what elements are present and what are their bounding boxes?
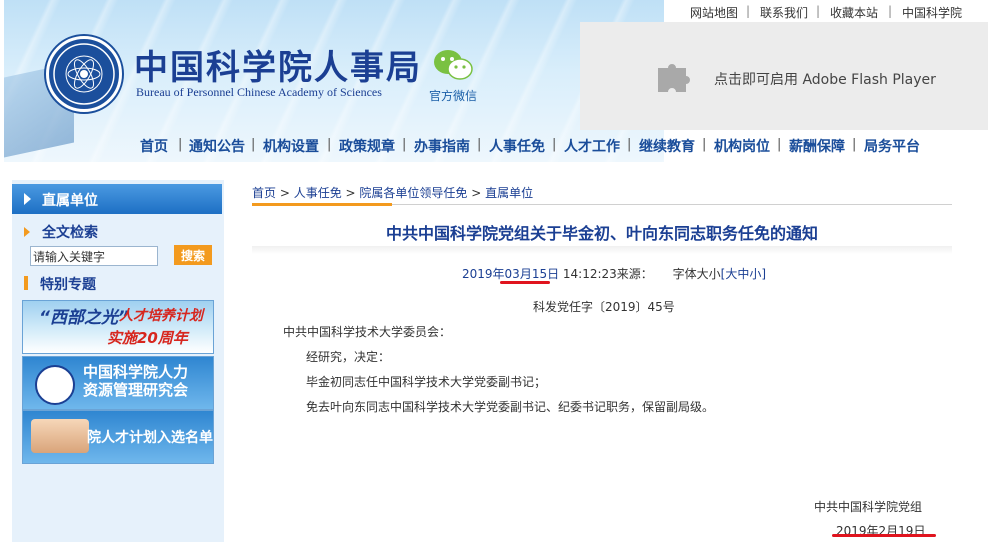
nav-separator: | [852,137,857,152]
flash-prompt-text: 点击即可启用 Adobe Flash Player [714,72,936,88]
body-paragraph-2: 毕金初同志任中国科学技术大学党委副书记； [306,375,547,389]
nav-separator: | [702,137,707,152]
font-size-options[interactable]: [大中小] [721,267,766,281]
article-title: 中共中国科学院党组关于毕金初、叶向东同志职务任免的通知 [385,224,818,243]
top-link-cas[interactable]: 中国科学院 [902,4,962,21]
society-logo-icon [35,365,75,405]
nav-education[interactable]: 继续教育 [639,136,695,156]
nav-separator: | [251,137,256,152]
title-band [252,246,952,254]
top-link-sitemap[interactable]: 网站地图 [690,4,738,21]
top-link-separator: | [746,4,751,18]
nav-appointments[interactable]: 人事任免 [489,136,545,156]
nav-separator: | [777,137,782,152]
nav-separator: | [402,137,407,152]
search-input[interactable] [30,246,158,266]
search-button[interactable]: 搜索 [174,245,212,265]
nav-separator: | [477,137,482,152]
search-section-title: 全文检索 [42,225,98,241]
document-number: 科发党任字〔2019〕45号 [533,300,675,314]
cas-emblem-icon [53,43,115,105]
nav-organization[interactable]: 机构设置 [263,136,319,156]
nav-separator: | [627,137,632,152]
orange-arrow-icon [24,227,30,237]
nav-salary[interactable]: 薪酬保障 [789,136,845,156]
breadcrumb-appointments[interactable]: 人事任免 [294,186,342,200]
hr-research-society-banner[interactable]: 中国科学院人力 资源管理研究会 [22,356,214,410]
article-meta: 2019年03月15日 14:12:23来源： 字体大小[大中小] [462,265,766,282]
wechat-icon [434,50,473,80]
wechat-label: 官方微信 [428,89,477,103]
nav-guides[interactable]: 办事指南 [414,136,470,156]
talent-program-list-banner[interactable]: 院人才计划入选名单 [22,410,214,464]
top-link-contact[interactable]: 联系我们 [760,4,808,21]
special-topics-title: 特别专题 [40,277,96,293]
sidebar-heading-label: 直属单位 [42,193,98,209]
arrow-right-icon [24,193,31,205]
site-header: 中国科学院人事局 Bureau of Personnel Chinese Aca… [0,0,1000,170]
font-size-label: 字体大小 [672,267,721,281]
nav-affairs[interactable]: 局务平台 [864,136,920,156]
body-paragraph-1: 经研究，决定： [306,350,391,364]
sidebar-heading[interactable]: 直属单位 [12,184,222,214]
breadcrumb-home[interactable]: 首页 [252,186,276,200]
breadcrumb-underline [252,203,392,206]
flash-placeholder[interactable]: 点击即可启用 Adobe Flash Player [580,22,988,130]
main-nav: 首页 | 通知公告 | 机构设置 | 政策规章 | 办事指南 | 人事任免 | … [0,130,1000,162]
signature: 中共中国科学院党组 [814,500,923,514]
west-light-banner[interactable]: “西部之光” 人才培养计划 实施20周年 [22,300,214,354]
site-title: 中国科学院人事局 [134,48,422,88]
publish-year: 2019年 [462,267,505,281]
nav-separator: | [327,137,332,152]
west-light-anniversary: 实施20周年 [107,329,188,347]
nav-talent[interactable]: 人才工作 [564,136,620,156]
west-light-title: “西部之光” [39,308,129,328]
date-annotation-underline [500,281,550,284]
handshake-icon [31,419,89,453]
nav-notices[interactable]: 通知公告 [189,136,245,156]
addressee: 中共中国科学技术大学委员会： [283,325,452,339]
hr-research-society-line1: 中国科学院人力 [83,363,189,381]
nav-separator: | [178,137,183,152]
nav-home[interactable]: 首页 [140,136,168,156]
publish-time-source: 14:12:23来源： [559,267,653,281]
top-links: 网站地图 | 联系我们 | 收藏本站 | 中国科学院 [664,0,1000,22]
nav-separator: | [552,137,557,152]
top-link-separator: | [888,4,893,18]
nav-policies[interactable]: 政策规章 [339,136,395,156]
top-link-bookmark[interactable]: 收藏本站 [830,4,878,21]
site-subtitle: Bureau of Personnel Chinese Academy of S… [136,85,382,99]
hr-research-society-line2: 资源管理研究会 [83,381,189,399]
body-paragraph-3: 免去叶向东同志中国科学技术大学党委副书记、纪委书记职务，保留副局级。 [306,400,715,414]
west-light-program: 人才培养计划 [119,308,203,324]
breadcrumb: 首页 > 人事任免 > 院属各单位领导任免 > 直属单位 [252,186,534,200]
talent-program-list-label: 院人才计划入选名单 [87,430,213,446]
plugin-puzzle-icon [658,64,690,92]
sign-date-annotation-underline [832,534,936,537]
breadcrumb-divider [392,204,952,205]
wechat-link[interactable]: 官方微信 [428,48,478,104]
publish-date-highlight: 03月15日 [504,267,560,281]
breadcrumb-unit-leaders[interactable]: 院属各单位领导任免 [359,186,467,200]
cas-logo[interactable] [46,36,122,112]
hr-research-society-label: 中国科学院人力 资源管理研究会 [83,363,188,399]
breadcrumb-direct-units[interactable]: 直属单位 [485,186,533,200]
top-link-separator: | [816,4,821,18]
nav-positions[interactable]: 机构岗位 [714,136,770,156]
header-divider [0,162,1000,170]
orange-bar-icon [24,276,28,290]
